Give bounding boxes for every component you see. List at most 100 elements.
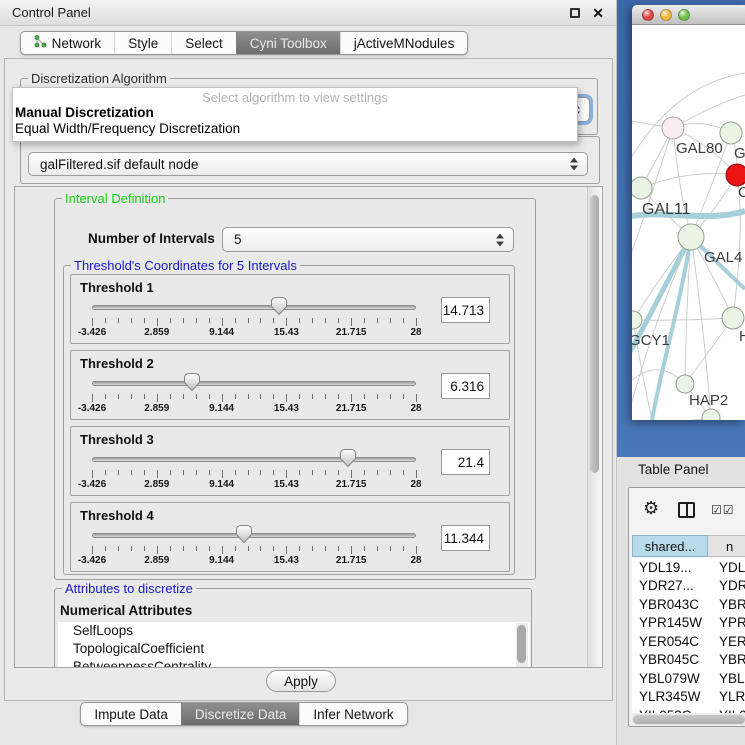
slider-tick bbox=[364, 546, 365, 551]
node-red-selected[interactable] bbox=[726, 164, 745, 186]
threshold-slider-track[interactable] bbox=[92, 381, 416, 386]
attributes-group: Attributes to discretize Numerical Attri… bbox=[54, 588, 532, 668]
close-panel-icon[interactable]: ✕ bbox=[592, 8, 604, 18]
table-horizontal-scrollbar[interactable] bbox=[632, 714, 745, 725]
threshold-value-field[interactable]: 14.713 bbox=[441, 297, 490, 323]
tab-jactivemnodules[interactable]: jActiveMNodules bbox=[340, 32, 468, 54]
slider-tick bbox=[260, 546, 261, 551]
threshold-value-field[interactable]: 6.316 bbox=[441, 373, 490, 399]
attribute-list-item[interactable]: TopologicalCoefficient bbox=[58, 640, 530, 658]
tab-select[interactable]: Select bbox=[171, 32, 236, 54]
table-row[interactable]: YLR345WYLR3 bbox=[632, 688, 745, 707]
node-bottom[interactable] bbox=[702, 409, 720, 420]
attribute-list-item[interactable]: BetweennessCentrality bbox=[58, 658, 530, 668]
network-view-window[interactable]: GAL80GACGAL11GAL4GCY1HHAP2 bbox=[632, 5, 745, 420]
gear-icon[interactable]: ⚙ bbox=[643, 498, 659, 519]
network-edge[interactable] bbox=[641, 174, 737, 188]
slider-tick bbox=[170, 394, 171, 399]
control-panel-window: Control Panel ✕ NetworkStyleSelectCyni T… bbox=[0, 0, 617, 745]
threshold-panel: Threshold 1-3.4262.8599.14415.4321.71528… bbox=[70, 274, 510, 344]
slider-tick-label: 21.715 bbox=[336, 403, 367, 414]
threshold-slider-track[interactable] bbox=[92, 457, 416, 462]
node-right[interactable] bbox=[722, 307, 744, 329]
threshold-value-field[interactable]: 11.344 bbox=[441, 525, 490, 551]
slider-tick bbox=[416, 470, 417, 478]
slider-tick bbox=[196, 470, 197, 475]
network-edge[interactable] bbox=[685, 318, 733, 384]
node-gal11[interactable] bbox=[632, 177, 652, 199]
tab-network[interactable]: Network bbox=[21, 32, 115, 54]
slider-tick bbox=[403, 546, 404, 551]
network-edge[interactable] bbox=[632, 418, 711, 420]
scrollbar-thumb[interactable] bbox=[633, 715, 745, 724]
node-gal4[interactable] bbox=[678, 224, 704, 250]
scrollbar-thumb[interactable] bbox=[590, 195, 599, 473]
network-graph[interactable]: GAL80GACGAL11GAL4GCY1HHAP2 bbox=[632, 25, 745, 420]
slider-tick bbox=[351, 394, 352, 402]
column-header-name[interactable]: n bbox=[708, 535, 745, 557]
threshold-slider-thumb[interactable] bbox=[236, 525, 252, 543]
table-row[interactable]: YBR045CYBR0 bbox=[632, 651, 745, 670]
minimize-window-icon[interactable] bbox=[660, 9, 672, 21]
table-row[interactable]: YDL19...YDL1 bbox=[632, 558, 745, 577]
slider-tick bbox=[416, 394, 417, 402]
float-window-icon[interactable] bbox=[570, 8, 580, 18]
threshold-value-field[interactable]: 21.4 bbox=[441, 449, 490, 475]
tab-infer-network[interactable]: Infer Network bbox=[299, 703, 406, 725]
slider-tick bbox=[144, 546, 145, 551]
table-row[interactable]: YER054CYER0 bbox=[632, 632, 745, 651]
zoom-window-icon[interactable] bbox=[678, 9, 690, 21]
threshold-slider-thumb[interactable] bbox=[184, 373, 200, 391]
close-window-icon[interactable] bbox=[642, 9, 654, 21]
node-gcy1[interactable] bbox=[632, 311, 642, 329]
cyni-bottom-tabbar: Impute DataDiscretize DataInfer Network bbox=[80, 702, 407, 726]
split-view-icon[interactable] bbox=[678, 502, 695, 518]
slider-tick bbox=[196, 318, 197, 323]
cell-name: YLR3 bbox=[708, 689, 745, 704]
table-row[interactable]: YBL079WYBL0 bbox=[632, 669, 745, 688]
node-pink[interactable] bbox=[662, 117, 684, 139]
slider-tick bbox=[286, 394, 287, 402]
numerical-attributes-label: Numerical Attributes bbox=[60, 603, 192, 618]
thresholds-group: Threshold's Coordinates for 5 Intervals … bbox=[63, 265, 515, 575]
node-hap2[interactable] bbox=[676, 375, 694, 393]
column-header-shared-name[interactable]: shared... bbox=[632, 535, 708, 557]
show-columns-icon[interactable]: ☑☑ bbox=[711, 503, 735, 517]
tab-discretize-data[interactable]: Discretize Data bbox=[181, 703, 300, 725]
slider-tick bbox=[364, 394, 365, 399]
table-data-selected-value: galFiltered.sif default node bbox=[40, 157, 198, 172]
table-row[interactable]: YBR043CYBR0 bbox=[632, 595, 745, 614]
slider-tick bbox=[403, 394, 404, 399]
slider-tick bbox=[105, 470, 106, 475]
threshold-slider-track[interactable] bbox=[92, 533, 416, 538]
threshold-slider-thumb[interactable] bbox=[340, 449, 356, 467]
threshold-slider-track[interactable] bbox=[92, 305, 416, 310]
slider-tick bbox=[377, 546, 378, 551]
table-row[interactable]: YPR145WYPR1 bbox=[632, 614, 745, 633]
settings-vertical-scrollbar[interactable] bbox=[587, 187, 602, 667]
slider-tick bbox=[286, 546, 287, 554]
algorithm-option[interactable]: Equal Width/Frequency Discretization bbox=[13, 121, 577, 137]
attribute-list-item[interactable]: SelfLoops bbox=[58, 622, 530, 640]
slider-tick bbox=[377, 318, 378, 323]
tab-impute-data[interactable]: Impute Data bbox=[81, 703, 181, 725]
cell-shared-name: YIL052C bbox=[632, 708, 708, 713]
attributes-list-scrollbar[interactable] bbox=[516, 623, 528, 668]
control-panel-titlebar: Control Panel ✕ bbox=[0, 0, 616, 26]
cell-shared-name: YDR27... bbox=[632, 578, 708, 593]
table-data-combobox[interactable]: galFiltered.sif default node bbox=[28, 152, 588, 176]
threshold-slider-thumb[interactable] bbox=[271, 297, 287, 315]
network-window-titlebar[interactable] bbox=[632, 5, 745, 25]
number-of-intervals-combobox[interactable]: 5 bbox=[222, 227, 514, 252]
tab-style[interactable]: Style bbox=[114, 32, 171, 54]
node-top-right[interactable] bbox=[720, 122, 742, 144]
table-row[interactable]: YIL052CYIL0 bbox=[632, 706, 745, 713]
slider-tick bbox=[273, 318, 274, 323]
algorithm-option[interactable]: Manual Discretization bbox=[13, 105, 577, 121]
apply-button[interactable]: Apply bbox=[266, 670, 336, 692]
slider-tick bbox=[144, 470, 145, 475]
tab-cyni-toolbox[interactable]: Cyni Toolbox bbox=[236, 32, 340, 54]
slider-tick bbox=[196, 546, 197, 551]
table-row[interactable]: YDR27...YDR2 bbox=[632, 577, 745, 596]
slider-tick bbox=[118, 470, 119, 475]
